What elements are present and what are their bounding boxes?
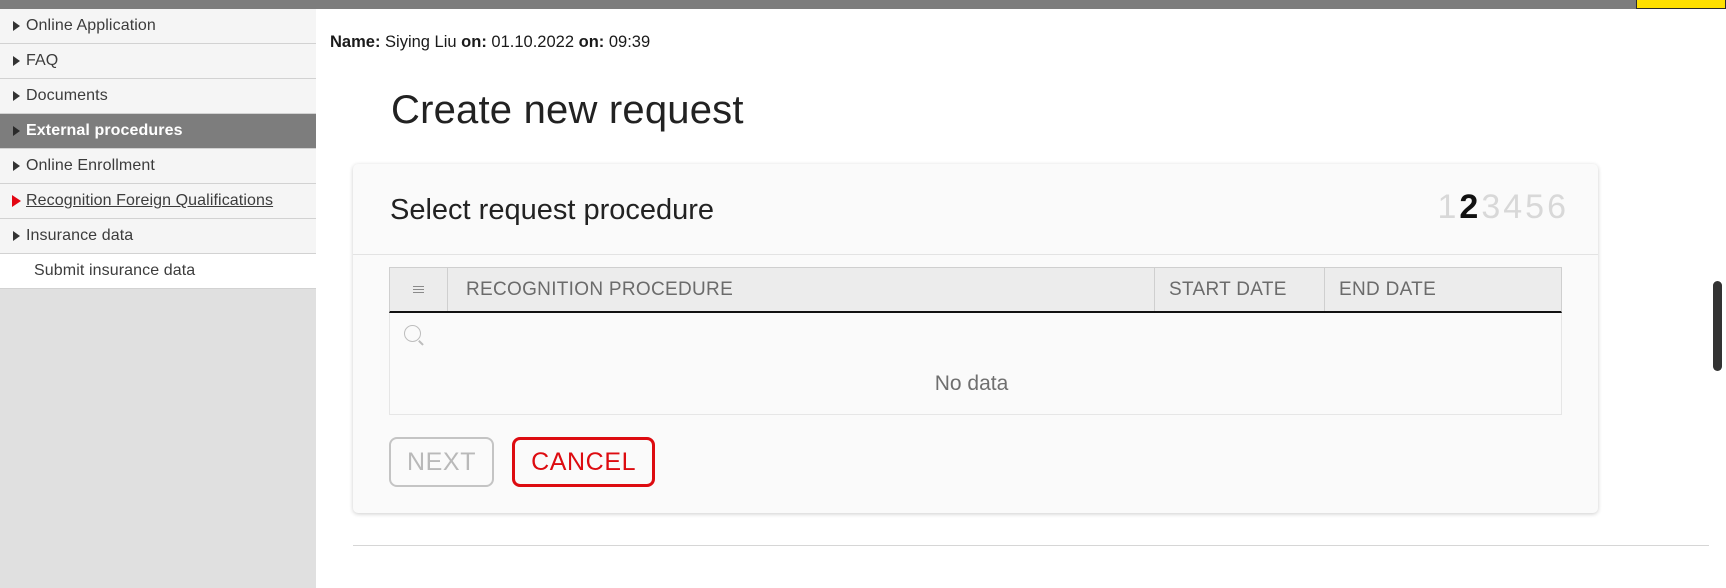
time-value: 09:39: [608, 33, 651, 51]
cancel-button[interactable]: CANCEL: [512, 437, 656, 487]
content-divider: [353, 545, 1726, 546]
sidebar-item-label: Submit insurance data: [34, 262, 196, 279]
wizard-step-indicator: 123456: [1436, 188, 1568, 227]
table-header-row: RECOGNITION PROCEDURE START DATE END DAT…: [389, 267, 1562, 313]
card-title: Select request procedure: [390, 194, 715, 226]
topbar-active-tab[interactable]: [1636, 0, 1726, 9]
table-header-recognition-procedure[interactable]: RECOGNITION PROCEDURE: [448, 268, 1155, 311]
sidebar-item-label: Documents: [26, 87, 108, 104]
name-value: Siying Liu: [385, 33, 457, 51]
sidebar-nav-list: Online Application FAQ Documents Externa…: [0, 9, 316, 289]
sidebar-item-online-application[interactable]: Online Application: [0, 9, 316, 44]
name-label: Name:: [330, 33, 381, 51]
browser-topbar: [0, 0, 1726, 9]
table-header-start-date[interactable]: START DATE: [1155, 268, 1325, 311]
sidebar-item-label: FAQ: [26, 52, 59, 69]
wizard-step-4[interactable]: 4: [1502, 188, 1524, 226]
wizard-actions: NEXT CANCEL: [353, 415, 1598, 513]
sidebar: Online Application FAQ Documents Externa…: [0, 9, 316, 588]
caret-right-icon: [6, 126, 26, 136]
wizard-step-5[interactable]: 5: [1524, 188, 1546, 226]
card-header: Select request procedure 123456: [353, 164, 1598, 255]
wizard-step-2[interactable]: 2: [1458, 188, 1480, 226]
menu-icon: [413, 284, 424, 295]
wizard-step-3[interactable]: 3: [1480, 188, 1502, 226]
sidebar-item-label: Online Enrollment: [26, 157, 155, 174]
table-header-end-date[interactable]: END DATE: [1325, 268, 1561, 311]
main-content: Name: Siying Liu on: 01.10.2022 on: 09:3…: [316, 9, 1726, 588]
wizard-step-1[interactable]: 1: [1436, 188, 1458, 226]
date-label: on:: [461, 33, 487, 51]
sidebar-item-label: Online Application: [26, 17, 156, 34]
search-icon[interactable]: [404, 324, 421, 342]
page-scrollbar-thumb[interactable]: [1713, 281, 1722, 371]
application-window: Online Application FAQ Documents Externa…: [0, 0, 1726, 588]
sidebar-item-external-procedures[interactable]: External procedures: [0, 114, 316, 149]
caret-right-icon: [6, 161, 26, 171]
table-header-select[interactable]: [390, 268, 448, 311]
sidebar-item-insurance-data[interactable]: Insurance data: [0, 219, 316, 254]
caret-right-icon: [6, 56, 26, 66]
next-button[interactable]: NEXT: [389, 437, 495, 487]
caret-right-icon: [6, 231, 26, 241]
sidebar-item-documents[interactable]: Documents: [0, 79, 316, 114]
time-label: on:: [578, 33, 605, 51]
table-filter-row: [389, 313, 1562, 353]
sidebar-item-online-enrollment[interactable]: Online Enrollment: [0, 149, 316, 184]
sidebar-item-submit-insurance-data[interactable]: Submit insurance data: [0, 254, 316, 289]
sidebar-item-label: External procedures: [26, 122, 183, 139]
session-meta-line: Name: Siying Liu on: 01.10.2022 on: 09:3…: [330, 33, 650, 52]
table-empty-state: No data: [389, 353, 1562, 415]
sidebar-item-label: Insurance data: [26, 227, 134, 244]
request-wizard-card: Select request procedure 123456 RECOGNIT…: [353, 164, 1598, 513]
procedure-table: RECOGNITION PROCEDURE START DATE END DAT…: [389, 267, 1562, 415]
table-filter-search[interactable]: [390, 313, 448, 353]
caret-right-icon: [6, 91, 26, 101]
wizard-step-6[interactable]: 6: [1546, 188, 1568, 226]
caret-right-red-icon: [6, 195, 26, 207]
page-title: Create new request: [391, 88, 744, 132]
sidebar-item-faq[interactable]: FAQ: [0, 44, 316, 79]
page-scrollbar-track[interactable]: [1709, 9, 1726, 588]
caret-right-icon: [6, 21, 26, 31]
sidebar-item-recognition-foreign-qualifications[interactable]: Recognition Foreign Qualifications: [0, 184, 316, 219]
sidebar-item-label: Recognition Foreign Qualifications: [26, 192, 274, 209]
date-value: 01.10.2022: [491, 33, 575, 51]
